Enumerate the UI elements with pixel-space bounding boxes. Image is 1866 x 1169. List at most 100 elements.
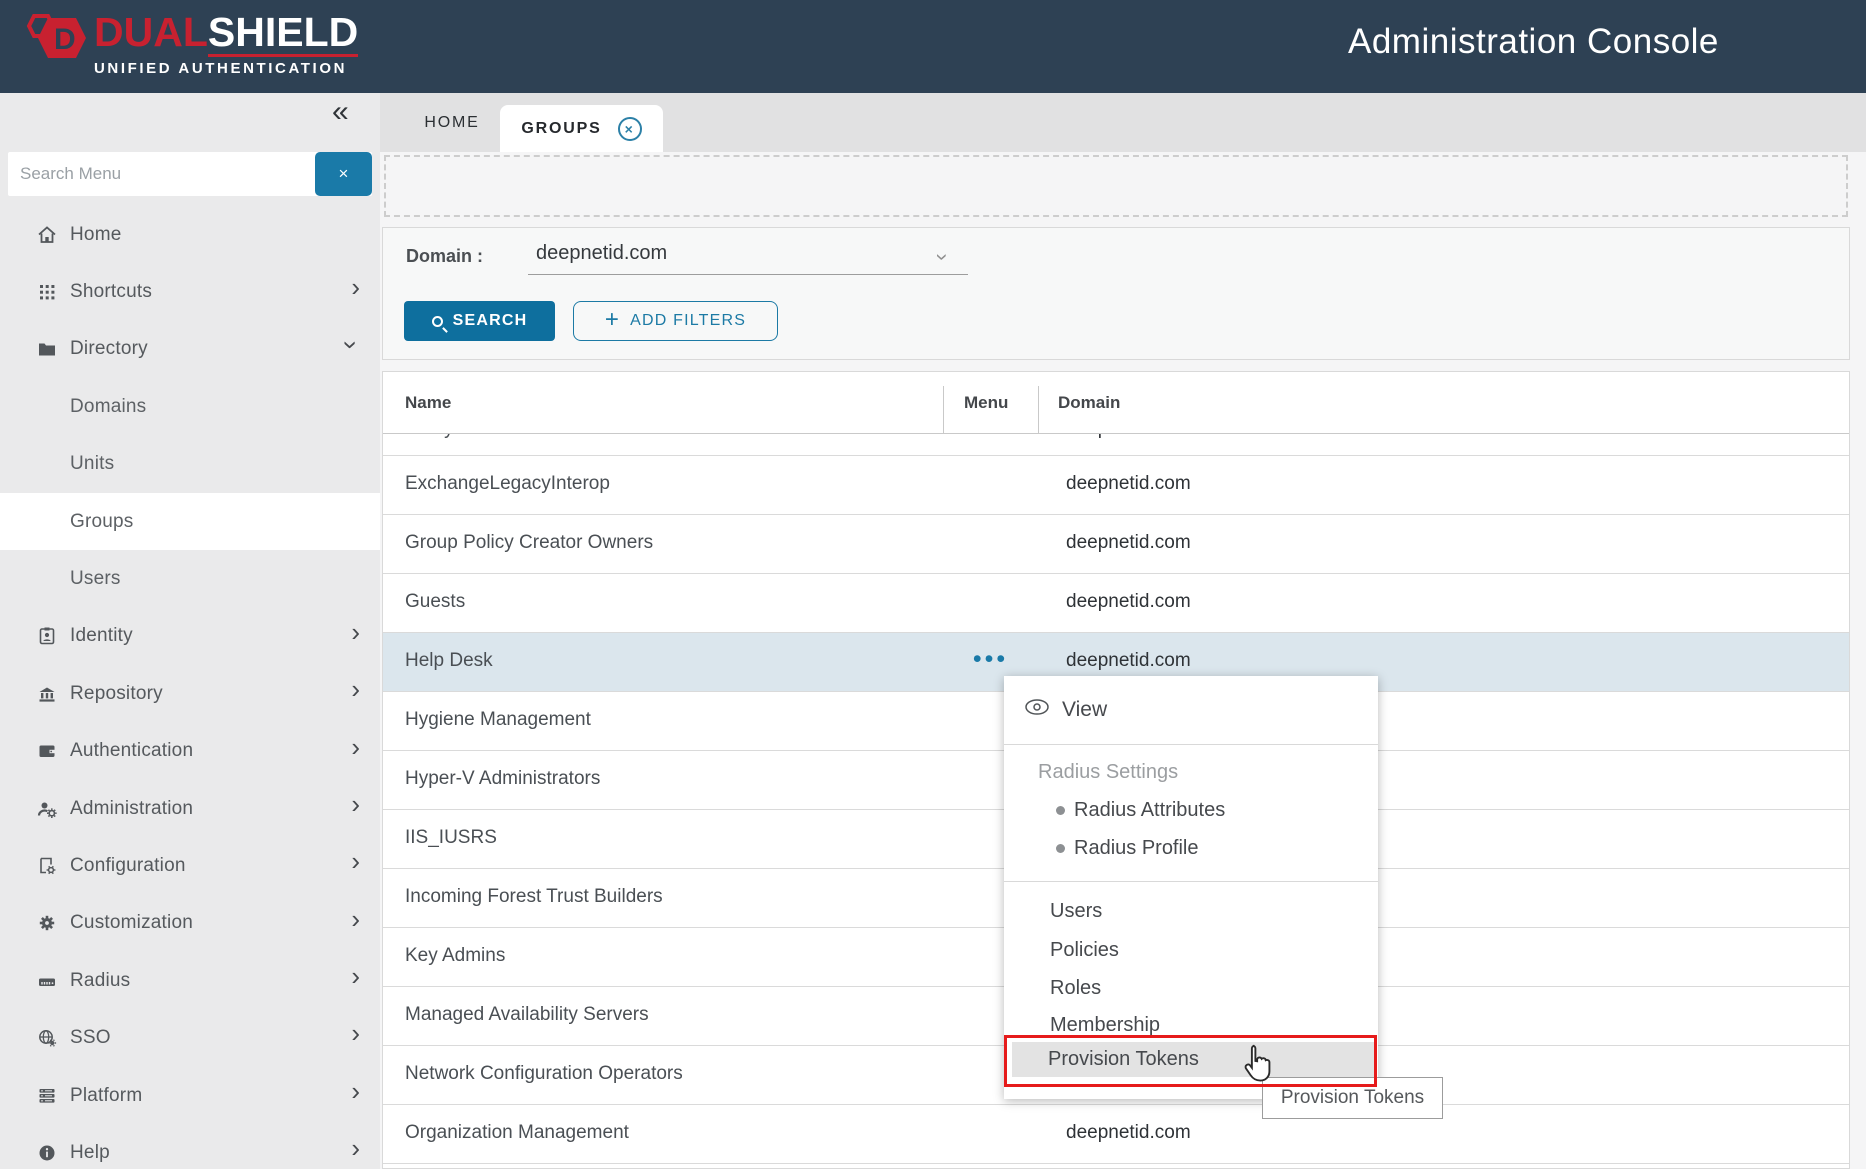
- add-filters-button[interactable]: + ADD FILTERS: [573, 301, 778, 341]
- sidebar-item-label: Administration: [70, 798, 193, 820]
- chevron-right-icon: ›: [351, 679, 360, 699]
- group-domain-cell: deepnetid.com: [1066, 591, 1191, 613]
- sidebar-item-domains[interactable]: Domains: [0, 378, 380, 435]
- bullet-icon: [1056, 806, 1065, 815]
- menu-item-radius-attributes[interactable]: Radius Attributes: [1056, 791, 1225, 829]
- group-domain-cell: deepnetid.com: [1066, 532, 1191, 554]
- group-name-cell: Group Policy Creator Owners: [405, 532, 653, 554]
- column-header-domain[interactable]: Domain: [1058, 393, 1120, 413]
- group-domain-cell: deepnetid.com: [1066, 473, 1191, 495]
- sidebar-item-administration[interactable]: Administration ›: [0, 780, 380, 837]
- sidebar-item-sso[interactable]: SSO ›: [0, 1009, 380, 1066]
- row-context-menu: View Radius Settings Radius Attributes R…: [1004, 676, 1378, 1099]
- search-panel: Domain : deepnetid.com › SEARCH + ADD FI…: [382, 227, 1850, 360]
- table-row[interactable]: ExchangeLegacyInterop deepnetid.com: [383, 456, 1849, 515]
- folder-icon: [36, 338, 58, 360]
- group-name-cell: Key Admins: [405, 945, 505, 967]
- tab-groups[interactable]: GROUPS ×: [500, 105, 663, 152]
- sidebar: « × Home Shortcuts›Directory›Domains Units…: [0, 93, 380, 1169]
- info-icon: [36, 1142, 58, 1164]
- chevron-right-icon: ›: [351, 794, 360, 814]
- domain-select-underline: [528, 274, 968, 275]
- filter-dropzone: [384, 155, 1848, 217]
- sidebar-item-identity[interactable]: Identity›: [0, 608, 380, 665]
- chevron-right-icon: ›: [351, 1081, 360, 1101]
- id-badge-icon: [36, 625, 58, 647]
- sidebar-item-label: Home: [70, 224, 121, 246]
- sidebar-item-label: Users: [70, 568, 121, 590]
- domain-select-value[interactable]: deepnetid.com: [536, 242, 667, 265]
- chevron-down-icon: ›: [342, 340, 362, 349]
- user-gear-icon: [36, 798, 58, 820]
- app-header: D DUALSHIELD UNIFIED AUTHENTICATION Admi…: [0, 0, 1866, 93]
- group-name-cell: ExchangeLegacyInterop: [405, 473, 610, 495]
- wallet-icon: [36, 740, 58, 762]
- sidebar-item-units[interactable]: Units: [0, 436, 380, 493]
- column-header-name[interactable]: Name: [405, 393, 451, 413]
- sidebar-item-platform[interactable]: Platform ›: [0, 1067, 380, 1124]
- sidebar-item-label: SSO: [70, 1027, 111, 1049]
- chevron-right-icon: ›: [351, 277, 360, 297]
- grid-icon: [36, 281, 58, 303]
- search-button[interactable]: SEARCH: [404, 301, 555, 341]
- table-row[interactable]: Organization Managementdeepnetid.com: [383, 1105, 1849, 1164]
- sidebar-item-label: Help: [70, 1142, 110, 1164]
- ellipsis-icon: •••: [973, 654, 1008, 664]
- chevron-down-icon[interactable]: ›: [930, 253, 956, 260]
- chevron-right-icon: ›: [351, 737, 360, 757]
- table-header: Name Menu Domain: [383, 372, 1849, 434]
- menu-item-roles[interactable]: Roles: [1050, 969, 1101, 1007]
- chevron-right-icon: ›: [351, 622, 360, 642]
- sidebar-item-home[interactable]: Home: [0, 206, 380, 263]
- menu-item-radius-profile[interactable]: Radius Profile: [1056, 829, 1199, 867]
- menu-item-policies[interactable]: Policies: [1050, 931, 1119, 969]
- logo-wordmark: DUALSHIELD: [94, 10, 358, 54]
- menu-item-provision-tokens[interactable]: Provision Tokens: [1012, 1042, 1376, 1077]
- group-name-cell: Help Desk: [405, 650, 493, 672]
- group-name-cell: Incoming Forest Trust Builders: [405, 886, 663, 908]
- chevron-right-icon: ›: [351, 909, 360, 929]
- sidebar-item-help[interactable]: Help ›: [0, 1124, 380, 1169]
- menu-item-users[interactable]: Users: [1050, 892, 1102, 930]
- chevron-right-icon: ›: [351, 1023, 360, 1043]
- sidebar-collapse-icon[interactable]: «: [332, 95, 349, 129]
- sidebar-item-label: Units: [70, 453, 114, 475]
- sidebar-item-radius[interactable]: Radius›: [0, 952, 380, 1009]
- bullet-icon: [1056, 844, 1065, 853]
- table-row[interactable]: Everyonedeepnetid.com: [383, 434, 1849, 456]
- menu-item-view[interactable]: View: [1004, 676, 1378, 744]
- column-divider: [1038, 386, 1039, 434]
- group-name-cell: Hyper-V Administrators: [405, 768, 600, 790]
- domain-label: Domain :: [406, 246, 483, 267]
- table-row[interactable]: Guests deepnetid.com: [383, 574, 1849, 633]
- table-row[interactable]: Group Policy Creator Owners deepnetid.com: [383, 515, 1849, 574]
- chevron-right-icon: ›: [351, 851, 360, 871]
- group-name-cell: Guests: [405, 591, 465, 613]
- sidebar-item-authentication[interactable]: Authentication›: [0, 723, 380, 780]
- dualshield-logo-icon: D: [26, 10, 88, 77]
- sidebar-search-clear-button[interactable]: ×: [315, 152, 372, 196]
- tab-home[interactable]: HOME: [408, 93, 496, 152]
- eye-icon: [1024, 698, 1050, 722]
- sidebar-menu: Home Shortcuts›Directory›Domains Units Grou…: [0, 206, 380, 1169]
- group-name-cell: Hygiene Management: [405, 709, 591, 731]
- sidebar-item-users[interactable]: Users: [0, 550, 380, 607]
- home-icon: [36, 224, 58, 246]
- sidebar-item-label: Groups: [70, 511, 134, 533]
- sidebar-item-directory[interactable]: Directory›: [0, 321, 380, 378]
- tab-close-icon[interactable]: ×: [618, 117, 642, 141]
- sidebar-item-configuration[interactable]: Configuration›: [0, 837, 380, 894]
- sidebar-item-groups[interactable]: Groups: [0, 493, 380, 550]
- chevron-right-icon: ›: [351, 1138, 360, 1158]
- menu-item-membership[interactable]: Membership: [1050, 1006, 1160, 1044]
- page-title: Administration Console: [1348, 22, 1719, 62]
- bank-icon: [36, 683, 58, 705]
- group-domain-cell: deepnetid.com: [1066, 1122, 1191, 1144]
- group-name-cell: Managed Availability Servers: [405, 1004, 649, 1026]
- sidebar-item-repository[interactable]: Repository›: [0, 665, 380, 722]
- router-icon: [36, 970, 58, 992]
- sidebar-item-label: Platform: [70, 1085, 142, 1107]
- sidebar-item-customization[interactable]: Customization›: [0, 895, 380, 952]
- column-divider: [943, 386, 944, 434]
- sidebar-item-shortcuts[interactable]: Shortcuts›: [0, 263, 380, 320]
